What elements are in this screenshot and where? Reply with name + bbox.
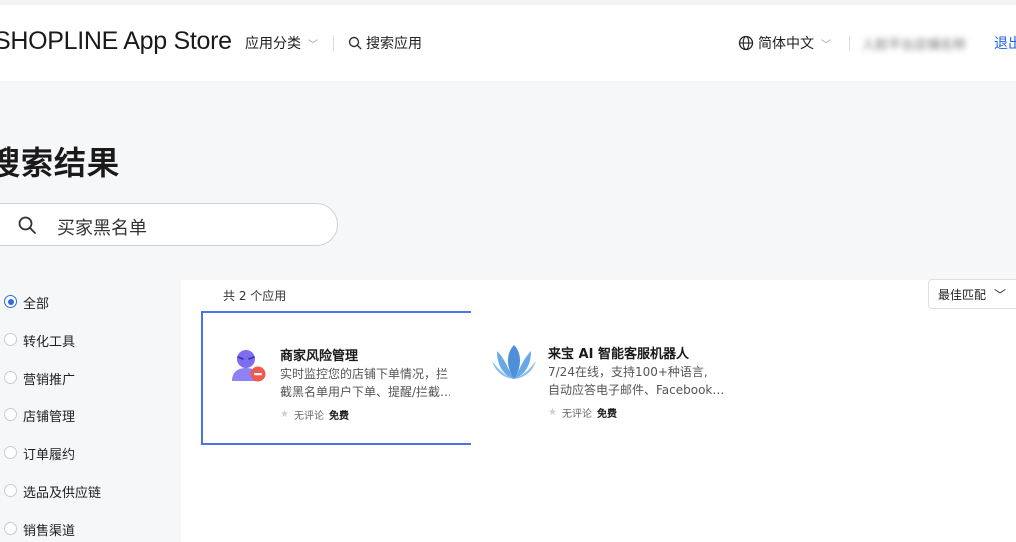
search-icon [18,216,36,234]
filter-label: 店铺管理 [23,410,76,425]
user-name: 人脸平台店铺名称 [862,38,967,53]
nav-categories[interactable]: 应用分类 ﹀ [245,33,318,53]
logout-link[interactable]: 退出 [994,33,1016,53]
results-count: 共 2 个应用 [223,289,287,303]
filter-label: 营销推广 [23,373,76,388]
header-divider [849,36,850,50]
app-description-line: 7/24在线，支持100+种语言, [548,365,708,379]
app-description-line: 截黑名单用户下单、提醒/拦截… [280,385,450,399]
results-panel: 共 2 个应用 最佳匹配 ﹀ 商家风险管理 实时监控您的店铺下单情况，拦 截黑名… [181,279,1016,542]
star-icon: ★ [280,409,289,420]
radio-selected-icon[interactable] [4,295,17,308]
sort-dropdown[interactable]: 最佳匹配 ﹀ [928,279,1016,309]
chevron-down-icon: ﹀ [821,39,831,51]
filter-label: 订单履约 [23,448,76,463]
radio-icon[interactable] [4,484,17,497]
radio-icon[interactable] [4,446,17,459]
filter-label: 销售渠道 [23,524,76,539]
search-input[interactable]: 买家黑名单 [0,203,338,246]
app-store-logo[interactable]: SHOPLINE App Store [0,27,232,56]
app-description-line: 自动应答电子邮件、Facebook… [548,383,725,397]
radio-icon[interactable] [4,522,17,535]
nav-categories-label: 应用分类 [245,36,301,52]
category-filter-sidebar: 全部 转化工具 营销推广 店铺管理 订单履约 选品及供应链 销售渠道 [0,280,181,542]
language-label: 简体中文 [758,36,814,52]
language-selector[interactable]: 简体中文 ﹀ [738,33,831,53]
radio-icon[interactable] [4,408,17,421]
app-title: 商家风险管理 [280,349,359,364]
price-label: 免费 [596,409,617,420]
app-title: 来宝 AI 智能客服机器人 [548,347,689,362]
page-title: 搜索结果 [0,144,121,182]
app-description-line: 实时监控您的店铺下单情况，拦 [280,367,449,381]
app-meta: ★ 无评论 免费 [280,407,349,422]
laibao-lotus-icon [492,345,536,379]
app-description: 7/24在线，支持100+种语言, 自动应答电子邮件、Facebook… [548,363,733,399]
radio-icon[interactable] [4,333,17,346]
star-icon: ★ [548,407,557,418]
filter-label: 选品及供应链 [23,486,102,501]
app-card-laibao-ai[interactable]: 来宝 AI 智能客服机器人 7/24在线，支持100+种语言, 自动应答电子邮件… [471,311,761,445]
app-description: 实时监控您的店铺下单情况，拦 截黑名单用户下单、提醒/拦截… [280,365,450,401]
nav-search-label: 搜索应用 [366,36,422,52]
search-icon [348,36,362,50]
review-count: 无评论 [293,411,324,422]
review-count: 无评论 [561,409,592,420]
filter-label: 转化工具 [23,335,76,350]
search-query: 买家黑名单 [57,218,147,239]
price-label: 免费 [328,411,349,422]
app-meta: ★ 无评论 免费 [548,405,617,420]
nav-search[interactable]: 搜索应用 [348,33,422,53]
filter-label: 全部 [23,297,50,312]
sort-label: 最佳匹配 [938,287,987,302]
risk-manager-icon [232,350,266,382]
chevron-down-icon: ﹀ [308,39,318,51]
nav-divider [333,35,334,51]
chevron-down-icon: ﹀ [994,287,1007,302]
globe-icon [738,35,754,51]
radio-icon[interactable] [4,371,17,384]
header: SHOPLINE App Store 应用分类 ﹀ 搜索应用 简体中文 ﹀ 人脸… [0,5,1016,81]
app-card-risk-manager[interactable]: 商家风险管理 实时监控您的店铺下单情况，拦 截黑名单用户下单、提醒/拦截… ★ … [201,311,479,445]
